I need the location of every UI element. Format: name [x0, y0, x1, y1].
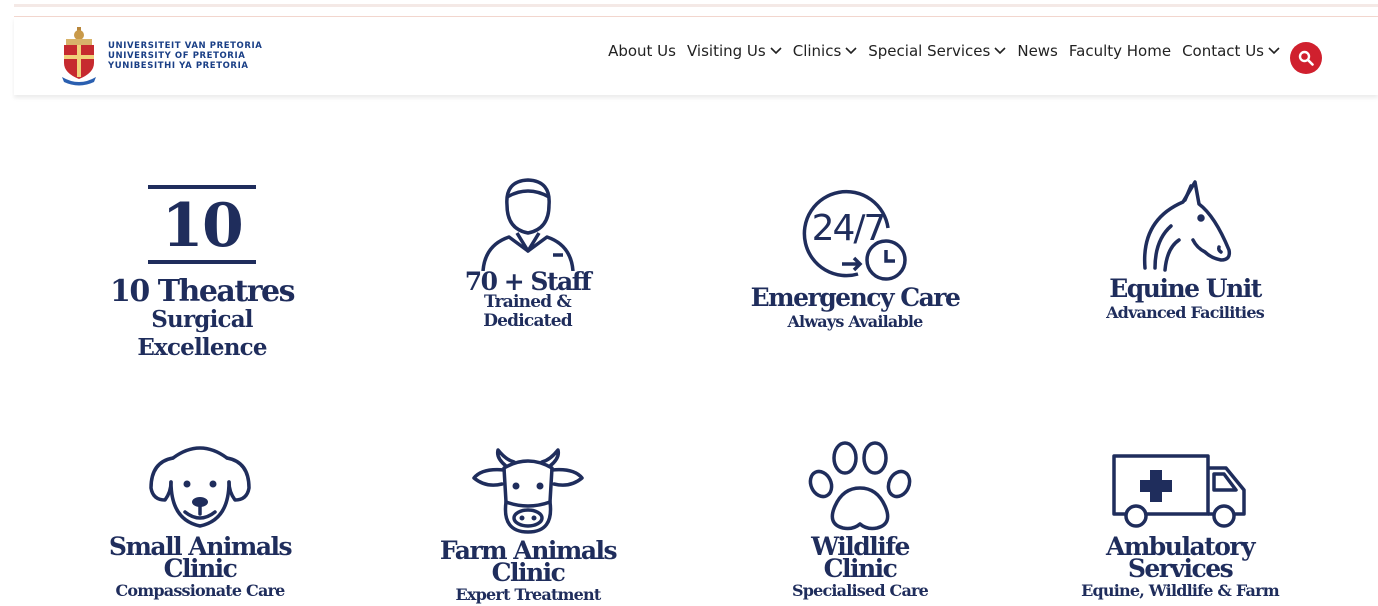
cow-icon [472, 448, 584, 534]
feature-title: 10 Theatres [110, 274, 296, 309]
university-logo[interactable]: UNIVERSITEIT VAN PRETORIA UNIVERSITY OF … [58, 25, 268, 87]
top-accent-line [14, 4, 1378, 7]
university-name-english: UNIVERSITY OF PRETORIA [108, 51, 246, 61]
search-button[interactable] [1290, 42, 1322, 74]
chevron-down-icon [770, 47, 782, 55]
feature-subtitle-line1: Trained & [484, 292, 572, 312]
feature-theatres: 10 10 Theatres Surgical Excellence [92, 180, 312, 362]
main-nav: About Us Visiting Us Clinics Special Ser… [597, 42, 1280, 60]
feature-ambulatory: Ambulatory Services Equine, Wildlife & F… [1070, 450, 1290, 602]
theatre-number: 10 [161, 191, 244, 261]
feature-title: Equine Unit [1109, 274, 1262, 303]
nav-visiting-us[interactable]: Visiting Us [687, 42, 782, 60]
feature-title-line2: Services [1127, 554, 1234, 583]
nav-news-label: News [1017, 42, 1058, 60]
nav-about-us-label: About Us [608, 42, 676, 60]
dog-icon [149, 446, 251, 528]
feature-emergency: 24/7 Emergency Care Always Available [745, 188, 965, 333]
nav-contact-us-label: Contact Us [1182, 42, 1264, 60]
nav-faculty-home[interactable]: Faculty Home [1069, 42, 1171, 60]
feature-subtitle: Expert Treatment [455, 585, 602, 604]
feature-title: Emergency Care [750, 283, 961, 312]
feature-subtitle: Always Available [787, 312, 923, 331]
feature-subtitle: Surgical Excellence [137, 306, 267, 361]
nav-special-services-label: Special Services [868, 42, 991, 60]
ambulance-icon [1112, 454, 1246, 528]
feature-subtitle: Specialised Care [791, 581, 929, 600]
chevron-down-icon [994, 47, 1006, 55]
nav-clinics[interactable]: Clinics [793, 42, 858, 60]
paw-icon [808, 441, 912, 531]
feature-small-animals: Small Animals Clinic Compassionate Care [90, 440, 310, 602]
feature-staff: 70 + Staff Trained & Dedicated [420, 175, 635, 331]
feature-title-line2: Clinic [823, 554, 898, 583]
search-icon [1298, 50, 1314, 66]
feature-title-line2: Clinic [163, 554, 238, 583]
feature-wildlife: Wildlife Clinic Specialised Care [750, 440, 970, 602]
nav-faculty-home-label: Faculty Home [1068, 42, 1172, 60]
university-name: UNIVERSITEIT VAN PRETORIA UNIVERSITY OF … [108, 41, 262, 71]
feature-subtitle: Equine, Wildlife & Farm [1081, 581, 1280, 600]
feature-subtitle-line2: Dedicated [483, 311, 572, 331]
nav-news[interactable]: News [1017, 42, 1058, 60]
feature-subtitle: Advanced Facilities [1106, 303, 1265, 322]
feature-subtitle: Compassionate Care [115, 581, 285, 600]
chevron-down-icon [845, 47, 857, 55]
feature-title-line2: Clinic [491, 558, 566, 587]
feature-equine: Equine Unit Advanced Facilities [1075, 178, 1295, 324]
chevron-down-icon [1268, 47, 1280, 55]
feature-farm-animals: Farm Animals Clinic Expert Treatment [418, 448, 638, 606]
site-header: UNIVERSITEIT VAN PRETORIA UNIVERSITY OF … [14, 17, 1378, 95]
clock-24-7-number: 24/7 [812, 208, 885, 249]
crest-icon [62, 27, 96, 86]
feature-title: 70 + Staff [464, 267, 592, 296]
nav-about-us[interactable]: About Us [608, 42, 676, 60]
nav-contact-us[interactable]: Contact Us [1182, 42, 1280, 60]
horse-icon [1142, 180, 1232, 272]
staff-person-icon [480, 178, 575, 271]
clock-24-7-icon: 24/7 [802, 189, 907, 281]
nav-visiting-us-label: Visiting Us [686, 42, 766, 60]
university-name-afrikaans: UNIVERSITEIT VAN PRETORIA [108, 41, 263, 51]
university-name-sepedi: YUNIBESITHI YA PRETORIA [108, 61, 249, 71]
nav-clinics-label: Clinics [792, 42, 842, 60]
nav-special-services[interactable]: Special Services [868, 42, 1006, 60]
